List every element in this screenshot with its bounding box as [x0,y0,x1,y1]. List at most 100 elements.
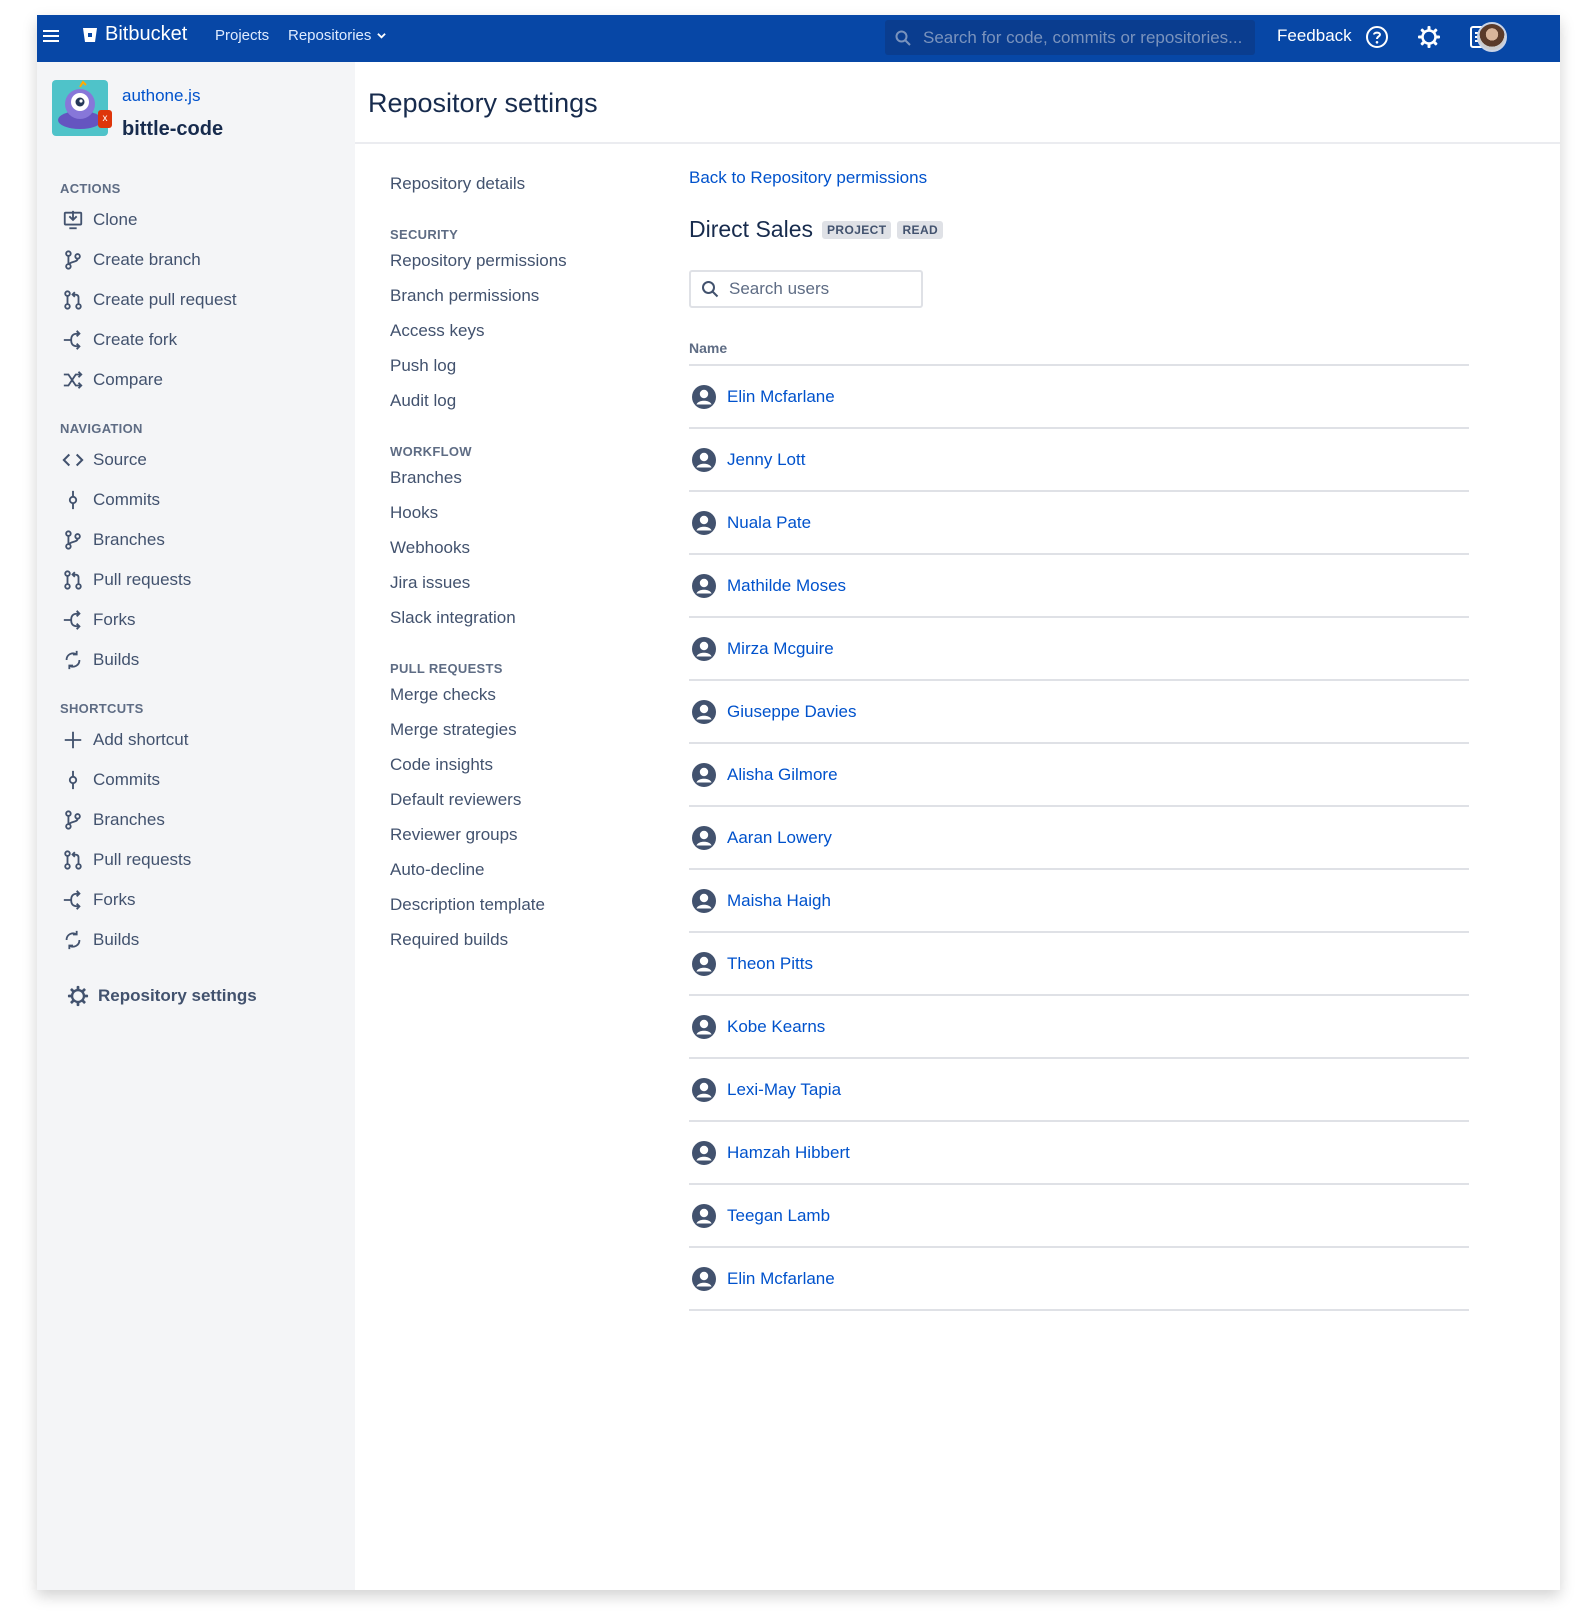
settings-nav-repository-permissions[interactable]: Repository permissions [390,251,567,271]
user-avatar-icon [692,1014,716,1039]
settings-nav-jira-issues[interactable]: Jira issues [390,573,470,593]
gear-icon [66,984,90,1008]
shortcut-item-forks[interactable]: Forks [61,886,136,914]
sidebar-item-label: Create fork [93,330,178,349]
settings-nav-branch-permissions[interactable]: Branch permissions [390,286,539,306]
group-header: Direct Sales PROJECT READ [689,216,944,243]
search-icon [702,281,719,298]
repository-sidebar: x authone.js bittle-code ACTIONS Clone C… [37,62,355,1590]
user-name-link[interactable]: Hamzah Hibbert [727,1143,850,1163]
settings-nav-auto-decline[interactable]: Auto-decline [390,860,485,880]
user-search[interactable] [689,270,923,308]
settings-nav-description-template[interactable]: Description template [390,895,545,915]
user-row: Nuala Pate [689,492,1469,555]
fork-icon [61,888,85,912]
bitbucket-home-link[interactable]: Bitbucket [82,23,187,46]
user-avatar-icon [692,1266,716,1291]
user-name-link[interactable]: Teegan Lamb [727,1206,830,1226]
sidebar-item-forks[interactable]: Forks [61,606,136,634]
settings-nav-access-keys[interactable]: Access keys [390,321,484,341]
user-name-link[interactable]: Jenny Lott [727,450,805,470]
user-avatar[interactable] [1477,22,1507,52]
sidebar-item-repository-settings[interactable]: Repository settings [66,982,257,1010]
sidebar-item-commits[interactable]: Commits [61,486,160,514]
user-name-link[interactable]: Elin Mcfarlane [727,387,835,407]
user-name-link[interactable]: Nuala Pate [727,513,811,533]
user-search-input[interactable] [727,278,921,300]
user-name-link[interactable]: Theon Pitts [727,954,813,974]
settings-nav-required-builds[interactable]: Required builds [390,930,508,950]
settings-section-pull-requests: PULL REQUESTS [390,661,503,676]
user-name-link[interactable]: Lexi-May Tapia [727,1080,841,1100]
global-search[interactable] [885,20,1255,55]
code-icon [61,448,85,472]
sidebar-section-actions: ACTIONS [60,181,121,196]
user-row: Lexi-May Tapia [689,1059,1469,1122]
sidebar-item-add-shortcut[interactable]: Add shortcut [61,726,188,754]
user-name-link[interactable]: Giuseppe Davies [727,702,856,722]
sidebar-item-builds[interactable]: Builds [61,646,139,674]
project-link[interactable]: authone.js [122,86,200,106]
sidebar-item-branches[interactable]: Branches [61,526,165,554]
builds-icon [61,928,85,952]
bitbucket-logo-icon [83,27,97,42]
user-name-link[interactable]: Maisha Haigh [727,891,831,911]
user-name-link[interactable]: Mathilde Moses [727,576,846,596]
settings-nav-code-insights[interactable]: Code insights [390,755,493,775]
settings-nav-merge-checks[interactable]: Merge checks [390,685,496,705]
settings-nav-repository-details[interactable]: Repository details [390,174,525,194]
page-title: Repository settings [368,88,598,118]
settings-navigation: Repository details SECURITY Repository p… [355,144,659,1590]
settings-section-workflow: WORKFLOW [390,444,472,459]
sidebar-item-label: Builds [93,650,140,669]
sidebar-item-label: Compare [93,370,163,389]
sidebar-item-label: Forks [93,890,136,909]
user-name-link[interactable]: Alisha Gilmore [727,765,838,785]
settings-nav-hooks[interactable]: Hooks [390,503,438,523]
repository-name[interactable]: bittle-code [122,118,223,141]
nav-repositories[interactable]: Repositories [288,27,387,44]
shortcut-item-branches[interactable]: Branches [61,806,165,834]
sidebar-item-clone[interactable]: Clone [61,206,137,234]
sidebar-item-compare[interactable]: Compare [61,366,163,394]
user-row: Alisha Gilmore [689,744,1469,807]
user-avatar-icon [692,699,716,724]
settings-nav-default-reviewers[interactable]: Default reviewers [390,790,521,810]
settings-nav-audit-log[interactable]: Audit log [390,391,456,411]
settings-nav-slack-integration[interactable]: Slack integration [390,608,516,628]
help-icon[interactable] [1365,25,1389,49]
settings-nav-branches[interactable]: Branches [390,468,462,488]
page-header: Repository settings [355,62,1560,144]
shortcut-item-commits[interactable]: Commits [61,766,160,794]
user-name-link[interactable]: Aaran Lowery [727,828,832,848]
sidebar-item-label: Add shortcut [93,730,189,749]
brand-name: Bitbucket [105,23,188,45]
user-name-link[interactable]: Mirza Mcguire [727,639,834,659]
feedback-link[interactable]: Feedback [1277,26,1352,46]
settings-nav-webhooks[interactable]: Webhooks [390,538,470,558]
user-name-link[interactable]: Elin Mcfarlane [727,1269,835,1289]
user-name-link[interactable]: Kobe Kearns [727,1017,825,1037]
back-to-permissions-link[interactable]: Back to Repository permissions [689,168,927,188]
sidebar-item-create-branch[interactable]: Create branch [61,246,201,274]
sidebar-item-create-pull-request[interactable]: Create pull request [61,286,237,314]
menu-icon[interactable] [43,27,59,47]
sidebar-item-pull-requests[interactable]: Pull requests [61,566,191,594]
user-avatar-icon [692,384,716,409]
shortcut-item-pull-requests[interactable]: Pull requests [61,846,191,874]
user-avatar-icon [692,1077,716,1102]
global-search-input[interactable] [921,26,1245,49]
user-row: Elin Mcfarlane [689,1248,1469,1311]
sidebar-item-create-fork[interactable]: Create fork [61,326,177,354]
nav-projects[interactable]: Projects [215,27,269,44]
sidebar-item-source[interactable]: Source [61,446,147,474]
shortcut-item-builds[interactable]: Builds [61,926,139,954]
settings-nav-push-log[interactable]: Push log [390,356,456,376]
settings-nav-merge-strategies[interactable]: Merge strategies [390,720,517,740]
sidebar-section-navigation: NAVIGATION [60,421,143,436]
settings-nav-reviewer-groups[interactable]: Reviewer groups [390,825,518,845]
gear-icon[interactable] [1417,25,1441,49]
permission-lozenge: READ [897,220,944,239]
user-row: Mathilde Moses [689,555,1469,618]
user-avatar-icon [692,762,716,787]
